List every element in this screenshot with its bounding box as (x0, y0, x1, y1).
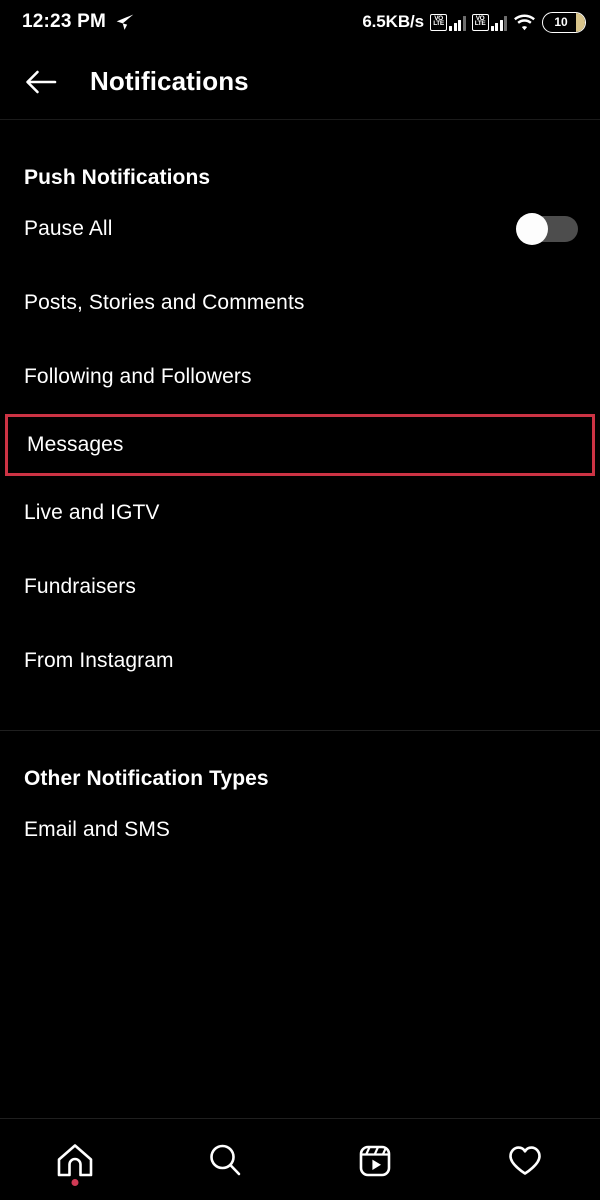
volte-icon-sim2: VO LTE (471, 13, 489, 31)
reels-icon (354, 1140, 396, 1180)
setting-label: Posts, Stories and Comments (24, 291, 305, 314)
heart-icon (504, 1140, 546, 1180)
setting-row-fundraisers[interactable]: Fundraisers (0, 550, 600, 624)
signal-bars-sim1 (449, 15, 466, 31)
setting-row-live-and-igtv[interactable]: Live and IGTV (0, 476, 600, 550)
setting-row-pause-all[interactable]: Pause All (0, 192, 600, 266)
battery-icon: 10 (542, 11, 586, 33)
setting-label: From Instagram (24, 649, 174, 672)
nav-item-search[interactable] (150, 1119, 300, 1200)
section-divider (0, 730, 600, 731)
toggle-knob (516, 213, 548, 245)
search-icon (204, 1140, 246, 1180)
status-bar-left: 12:23 PM (22, 11, 135, 33)
nav-item-reels[interactable] (300, 1119, 450, 1200)
pause-all-toggle[interactable] (516, 213, 578, 245)
nav-item-activity[interactable] (450, 1119, 600, 1200)
section-header-push-notifications: Push Notifications (24, 166, 211, 189)
setting-label: Email and SMS (24, 818, 171, 841)
page-title: Notifications (90, 66, 249, 96)
setting-label: Messages (27, 433, 124, 456)
page-header: Notifications (0, 44, 600, 120)
setting-row-email-and-sms[interactable]: Email and SMS (0, 793, 600, 867)
status-bar: 12:23 PM 6.5KB/s VO LTE VO LTE 10 (0, 0, 600, 44)
status-bar-clock: 12:23 PM (22, 11, 106, 32)
setting-row-messages[interactable]: Messages (5, 414, 595, 476)
setting-row-from-instagram[interactable]: From Instagram (0, 624, 600, 698)
wifi-icon (513, 13, 536, 31)
section-header-other-notification-types: Other Notification Types (24, 767, 269, 790)
battery-level-label: 10 (554, 15, 568, 29)
nav-item-home[interactable] (0, 1119, 150, 1200)
home-notification-dot (71, 1179, 79, 1186)
setting-label: Live and IGTV (24, 501, 160, 524)
setting-label: Pause All (24, 217, 113, 240)
network-speed-label: 6.5KB/s (362, 12, 424, 31)
send-icon (115, 12, 135, 32)
app-screen: 12:23 PM 6.5KB/s VO LTE VO LTE 10 Notifi… (0, 0, 600, 1200)
setting-row-posts-stories-comments[interactable]: Posts, Stories and Comments (0, 266, 600, 340)
battery-fill (576, 12, 585, 32)
bottom-navigation-bar (0, 1118, 600, 1200)
signal-bars-sim2 (490, 15, 507, 31)
arrow-left-icon (25, 69, 57, 95)
back-button[interactable] (20, 61, 62, 103)
volte-icon-sim1: VO LTE (430, 13, 447, 31)
setting-label: Following and Followers (24, 365, 252, 388)
setting-label: Fundraisers (24, 575, 136, 598)
status-bar-right: 6.5KB/s VO LTE VO LTE 10 (362, 11, 586, 33)
sim1-signal-group: VO LTE (430, 13, 466, 31)
setting-row-following-and-followers[interactable]: Following and Followers (0, 340, 600, 414)
sim2-signal-group: VO LTE (471, 13, 507, 31)
settings-list: Push Notifications Pause All Posts, Stor… (0, 120, 600, 1118)
home-icon (54, 1140, 96, 1180)
